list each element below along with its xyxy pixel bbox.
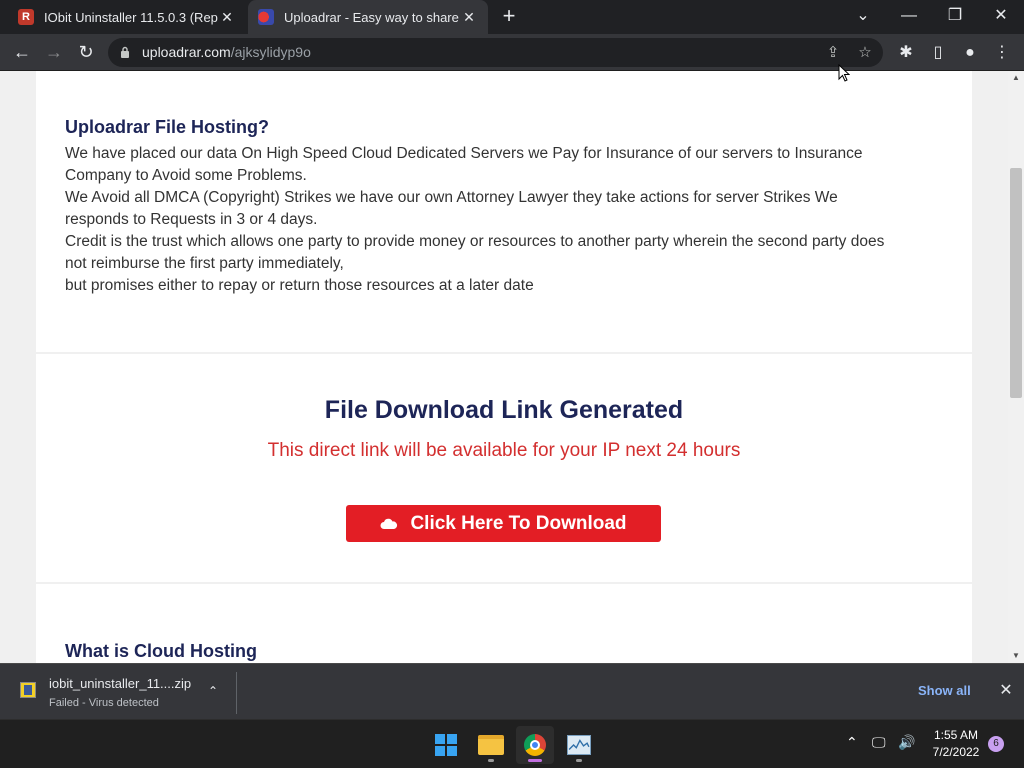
download-button[interactable]: Click Here To Download — [346, 505, 661, 542]
tab-iobit[interactable]: R IObit Uninstaller 11.5.0.3 (Repack ✕ — [8, 0, 246, 34]
download-title: File Download Link Generated — [324, 396, 684, 424]
back-button[interactable]: ← — [8, 39, 36, 67]
network-icon[interactable]: 🖵 — [872, 734, 886, 751]
scroll-down-arrow-icon[interactable]: ▼ — [1008, 649, 1024, 663]
tab-title: Uploadrar - Easy way to share yo — [284, 9, 460, 25]
active-indicator — [528, 759, 542, 762]
file-explorer-button[interactable] — [472, 726, 510, 764]
new-tab-button[interactable]: + — [498, 5, 520, 28]
tab-close-icon[interactable]: ✕ — [460, 9, 478, 26]
tray-overflow-chevron-icon[interactable]: ⌃ — [846, 734, 858, 751]
reload-button[interactable]: ↻ — [72, 39, 100, 67]
download-shelf: iobit_uninstaller_11....zip Failed - Vir… — [0, 663, 1024, 719]
download-button-label: Click Here To Download — [410, 512, 627, 534]
windows-logo-icon — [435, 734, 457, 756]
download-options-chevron-icon[interactable]: ⌃ — [204, 682, 222, 700]
running-indicator — [576, 759, 582, 762]
scrollbar-thumb[interactable] — [1010, 168, 1022, 398]
tab-search-button[interactable]: ⌄ — [840, 0, 886, 34]
bookmark-star-icon[interactable]: ☆ — [854, 42, 876, 64]
tab-strip: R IObit Uninstaller 11.5.0.3 (Repack ✕ U… — [0, 0, 1024, 34]
extensions-icon[interactable]: ✱ — [892, 39, 920, 67]
uploadrar-favicon-icon — [258, 9, 274, 25]
body-line: Company to Avoid some Problems. — [65, 167, 307, 184]
window-close-button[interactable]: ✕ — [978, 0, 1024, 34]
running-indicator — [488, 759, 494, 762]
performance-monitor-button[interactable] — [560, 726, 598, 764]
profile-icon[interactable]: ● — [956, 39, 984, 67]
show-all-downloads-link[interactable]: Show all — [918, 683, 971, 698]
tab-title: IObit Uninstaller 11.5.0.3 (Repack — [44, 9, 218, 25]
body-line: not reimburse the first party immediatel… — [65, 255, 344, 272]
url-text: uploadrar.com/ajksylidyp9o — [142, 44, 311, 60]
performance-monitor-icon — [567, 735, 591, 755]
hosting-info-card: Uploadrar File Hosting? We have placed o… — [36, 71, 972, 352]
start-button[interactable] — [427, 726, 465, 764]
restore-button[interactable]: ❐ — [932, 0, 978, 34]
download-card: File Download Link Generated This direct… — [36, 354, 972, 582]
scroll-up-arrow-icon[interactable]: ▲ — [1008, 71, 1024, 85]
menu-icon[interactable]: ⋮ — [988, 39, 1016, 67]
system-clock[interactable]: 1:55 AM 7/2/2022 — [924, 727, 988, 761]
shelf-divider — [236, 672, 237, 714]
share-icon[interactable]: ⇪ — [822, 42, 844, 64]
section-heading: What is Cloud Hosting — [65, 641, 257, 661]
url-host: uploadrar.com — [142, 44, 231, 60]
cloud-icon — [380, 518, 398, 529]
browser-toolbar: ← → ↻ uploadrar.com/ajksylidyp9o ⇪ ☆ ✱ ▯… — [0, 34, 1024, 71]
download-filename[interactable]: iobit_uninstaller_11....zip — [49, 676, 191, 691]
lock-icon — [121, 46, 129, 58]
download-subtitle: This direct link will be available for y… — [267, 440, 741, 461]
volume-icon[interactable]: 🔊 — [898, 734, 915, 751]
tab-uploadrar[interactable]: Uploadrar - Easy way to share yo ✕ — [248, 0, 488, 34]
body-line: Credit is the trust which allows one par… — [65, 233, 885, 250]
windows-taskbar: ⌃ 🖵 🔊 1:55 AM 7/2/2022 6 — [0, 719, 1024, 768]
mouse-cursor-icon — [838, 64, 850, 82]
section-body: We have placed our data On High Speed Cl… — [65, 143, 955, 297]
url-path: /ajksylidyp9o — [230, 44, 311, 60]
body-line: We have placed our data On High Speed Cl… — [65, 145, 863, 162]
body-line: responds to Requests in 3 or 4 days. — [65, 211, 318, 228]
page-viewport: Uploadrar File Hosting? We have placed o… — [0, 71, 1024, 663]
close-shelf-icon[interactable]: ✕ — [996, 681, 1016, 701]
clock-time: 1:55 AM — [933, 728, 979, 742]
body-line: We Avoid all DMCA (Copyright) Strikes we… — [65, 189, 838, 206]
folder-icon — [478, 735, 504, 755]
minimize-button[interactable]: — — [886, 0, 932, 34]
chrome-icon — [524, 734, 546, 756]
chrome-taskbar-button[interactable] — [516, 726, 554, 764]
forward-button[interactable]: → — [40, 39, 68, 67]
section-heading: Uploadrar File Hosting? — [65, 117, 270, 137]
address-bar[interactable]: uploadrar.com/ajksylidyp9o ⇪ ☆ — [108, 38, 883, 67]
zip-file-icon — [20, 682, 36, 698]
cloud-hosting-card: What is Cloud Hosting — [36, 584, 972, 663]
clock-date: 7/2/2022 — [932, 745, 980, 759]
body-line: but promises either to repay or return t… — [65, 277, 534, 294]
iobit-favicon-icon: R — [18, 9, 34, 25]
page-scrollbar[interactable]: ▲ ▼ — [1008, 71, 1024, 663]
download-status: Failed - Virus detected — [49, 697, 159, 709]
notification-badge[interactable]: 6 — [988, 736, 1004, 752]
side-panel-icon[interactable]: ▯ — [924, 39, 952, 67]
tab-close-icon[interactable]: ✕ — [218, 9, 236, 26]
